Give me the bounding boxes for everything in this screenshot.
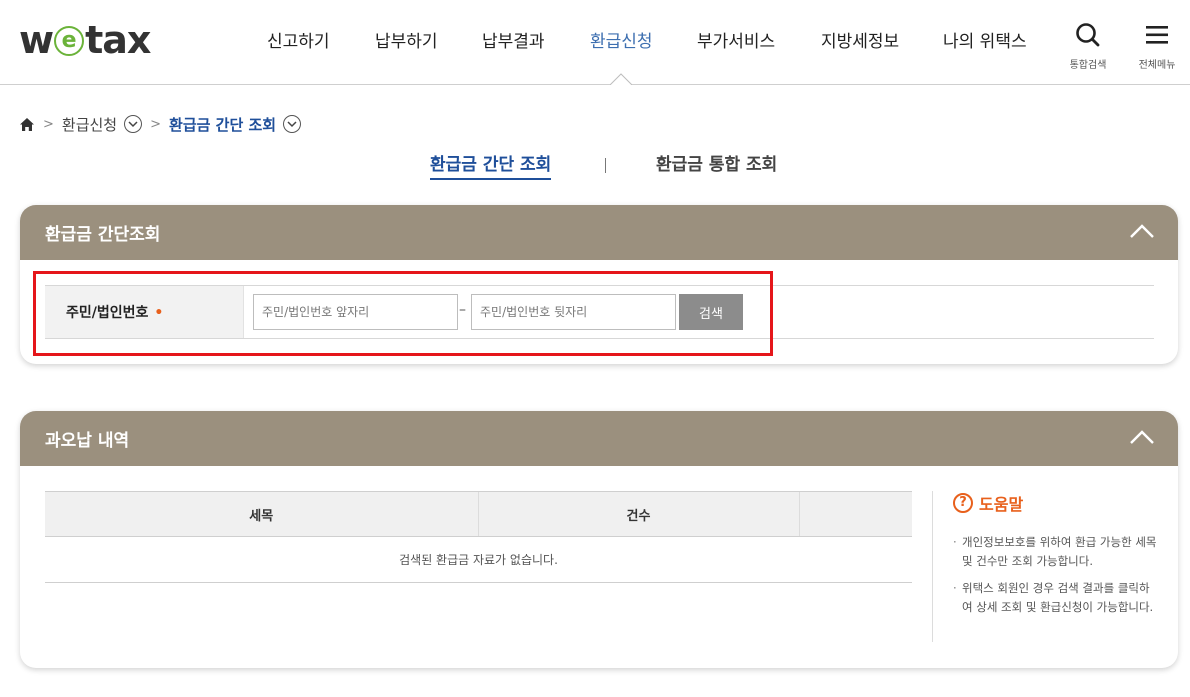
- search-icon: [1076, 23, 1100, 47]
- nav-item-my-wetax[interactable]: 나의 위택스: [943, 30, 1027, 54]
- table-header-row: 세목 건수: [45, 491, 912, 537]
- breadcrumb-level1[interactable]: 환급신청: [62, 114, 117, 135]
- breadcrumb-current: 환급금 간단 조회: [169, 115, 277, 134]
- nav-item-local-tax-info[interactable]: 지방세정보: [821, 30, 899, 54]
- help-list: 개인정보보호를 위하여 환급 가능한 세목 및 건수만 조회 가능합니다. 위택…: [953, 533, 1157, 617]
- logo-e-mark: e: [54, 26, 85, 56]
- nav-item-payment[interactable]: 납부하기: [375, 30, 438, 54]
- column-header-extra: [798, 491, 912, 537]
- column-header-count: 건수: [477, 491, 799, 537]
- help-title: ? 도움말: [953, 491, 1157, 515]
- wetax-logo[interactable]: w e tax: [19, 18, 151, 62]
- collapse-chevron-up-icon[interactable]: [1128, 221, 1156, 243]
- overpayment-panel-header: 과오납 내역: [20, 411, 1178, 466]
- integrated-search-label: 통합검색: [1069, 60, 1107, 71]
- column-header-tax-item: 세목: [45, 491, 478, 537]
- help-item: 개인정보보호를 위하여 환급 가능한 세목 및 건수만 조회 가능합니다.: [953, 533, 1157, 571]
- id-number-dash: –: [459, 302, 466, 318]
- question-circle-icon: ?: [953, 493, 973, 513]
- tab-integrated-refund-inquiry[interactable]: 환급금 통합 조회: [656, 153, 777, 177]
- nav-item-extra-service[interactable]: 부가서비스: [697, 30, 775, 54]
- logo-text-suffix: tax: [85, 18, 151, 62]
- hamburger-menu-icon: [1146, 26, 1168, 44]
- all-menu-button[interactable]: 전체메뉴: [1134, 22, 1180, 71]
- simple-inquiry-panel: 환급금 간단조회 주민/법인번호• – 검색: [20, 205, 1178, 364]
- empty-result-message: 검색된 환급금 자료가 없습니다.: [45, 536, 912, 583]
- id-number-label: 주민/법인번호 •: [66, 305, 164, 321]
- nav-item-refund[interactable]: 환급신청: [590, 30, 653, 54]
- id-number-form-row: 주민/법인번호• – 검색: [45, 285, 1154, 339]
- tab-divider: [605, 158, 606, 173]
- overpayment-panel: 과오납 내역 세목 건수 검색된 환급금 자료가 없습니다. ? 도움말 개인정…: [20, 411, 1178, 668]
- required-mark: •: [154, 305, 164, 321]
- id-number-back-input[interactable]: [471, 294, 676, 330]
- tab-simple-refund-inquiry[interactable]: 환급금 간단 조회: [430, 153, 552, 180]
- breadcrumb-level2-dropdown-icon[interactable]: [283, 115, 302, 133]
- help-item: 위택스 회원인 경우 검색 결과를 클릭하여 상세 조회 및 환급신청이 가능합…: [953, 579, 1157, 617]
- site-header: w e tax 신고하기 납부하기 납부결과 환급신청 부가서비스 지방세정보 …: [0, 0, 1190, 85]
- logo-text-prefix: w: [19, 18, 54, 62]
- breadcrumb: > 환급신청 > 환급금 간단 조회: [19, 113, 302, 135]
- id-number-front-input[interactable]: [253, 294, 458, 330]
- breadcrumb-separator-icon: >: [43, 116, 54, 132]
- home-icon[interactable]: [19, 117, 35, 132]
- breadcrumb-level1-dropdown-icon[interactable]: [124, 115, 143, 133]
- active-nav-caret-icon: [610, 73, 632, 85]
- overpayment-table: 세목 건수 검색된 환급금 자료가 없습니다.: [45, 491, 912, 583]
- help-box: ? 도움말 개인정보보호를 위하여 환급 가능한 세목 및 건수만 조회 가능합…: [932, 491, 1157, 642]
- simple-inquiry-panel-header: 환급금 간단조회: [20, 205, 1178, 260]
- help-title-text: 도움말: [979, 495, 1024, 514]
- integrated-search-button[interactable]: 통합검색: [1066, 22, 1110, 71]
- search-button[interactable]: 검색: [679, 294, 743, 330]
- nav-item-report[interactable]: 신고하기: [267, 30, 330, 54]
- table-row: 검색된 환급금 자료가 없습니다.: [45, 536, 912, 583]
- overpayment-panel-title: 과오납 내역: [45, 431, 130, 451]
- all-menu-label: 전체메뉴: [1138, 60, 1176, 71]
- simple-inquiry-panel-title: 환급금 간단조회: [45, 225, 161, 245]
- collapse-chevron-up-icon[interactable]: [1128, 427, 1156, 449]
- id-number-label-cell: 주민/법인번호 •: [45, 286, 244, 338]
- breadcrumb-separator-icon: >: [150, 116, 162, 132]
- nav-item-payment-result[interactable]: 납부결과: [482, 30, 545, 54]
